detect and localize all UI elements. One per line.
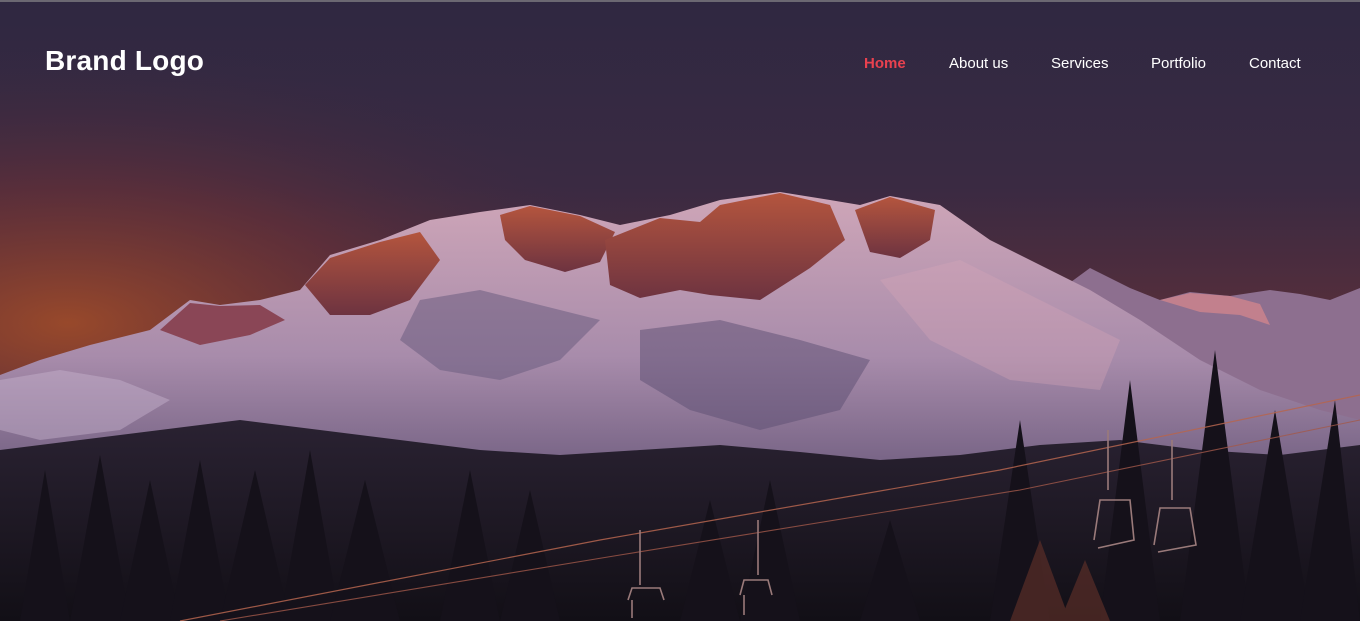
brand-logo[interactable]: Brand Logo [45,45,204,77]
nav-item-contact[interactable]: Contact [1249,55,1301,72]
nav-item-about-us[interactable]: About us [949,55,1008,72]
page: Brand Logo Home About us Services Portfo… [0,0,1360,621]
nav-item-services[interactable]: Services [1051,55,1109,72]
nav-item-home[interactable]: Home [864,55,906,72]
site-header: Brand Logo Home About us Services Portfo… [0,0,1360,126]
nav-item-portfolio[interactable]: Portfolio [1151,55,1206,72]
top-border [0,0,1360,2]
